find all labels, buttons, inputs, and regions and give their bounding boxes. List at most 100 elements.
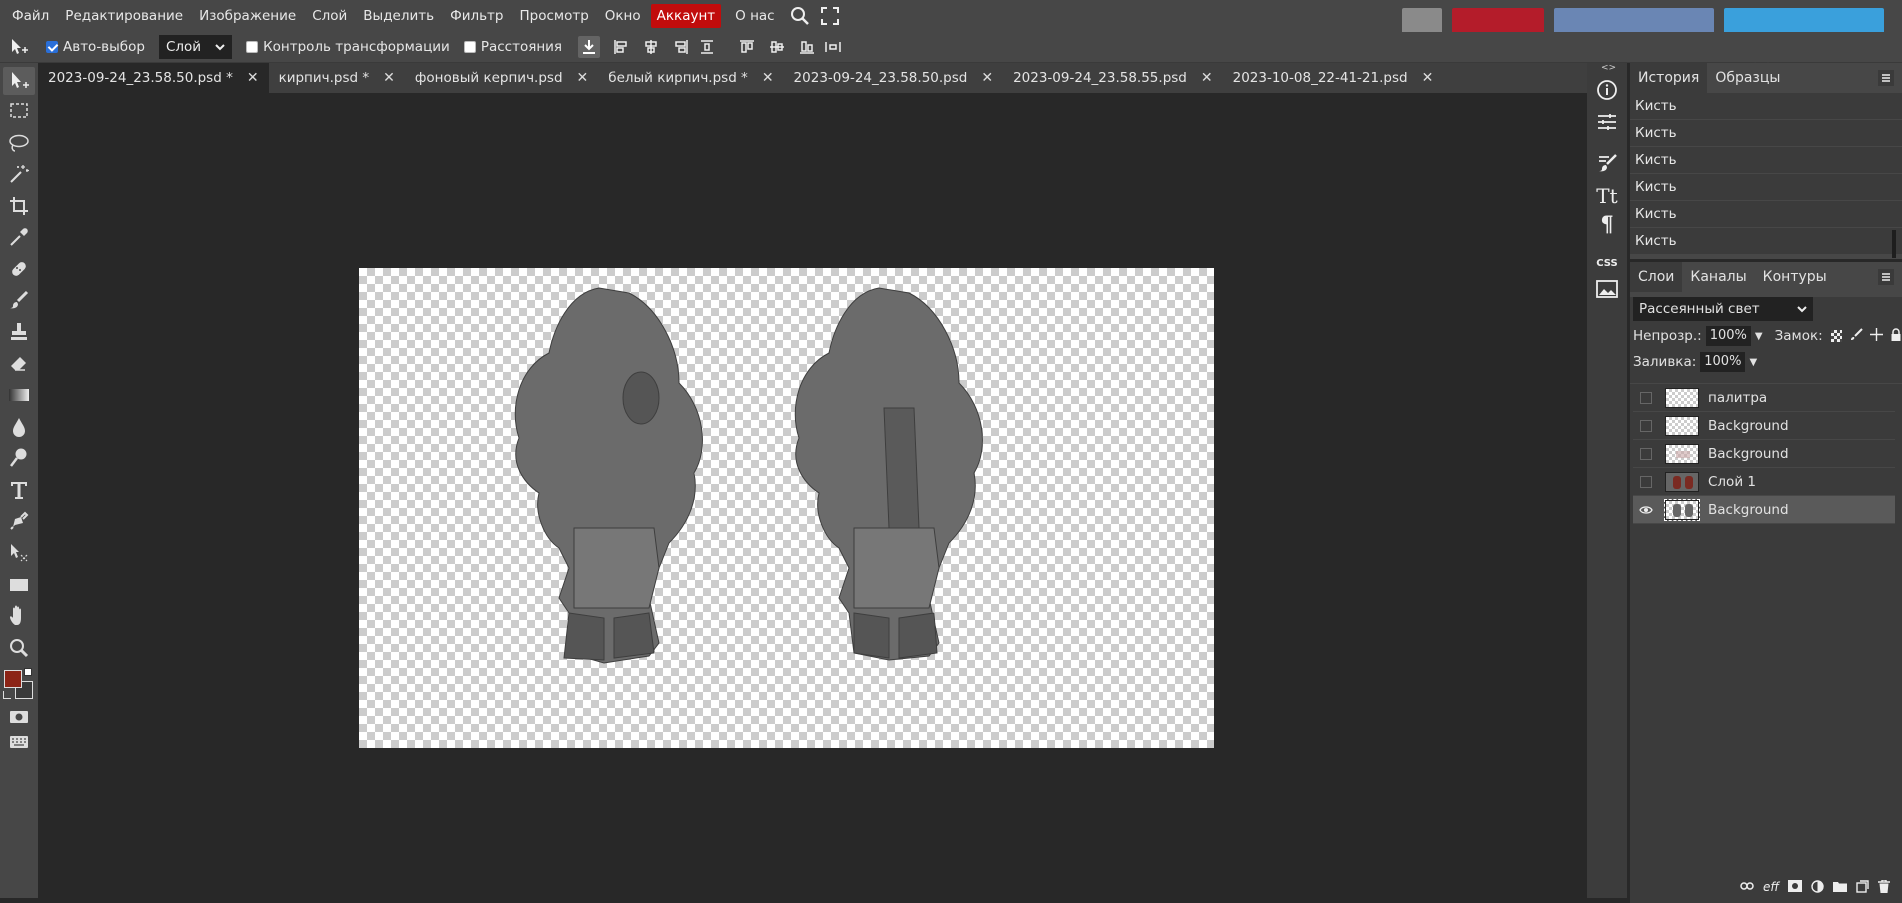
clone-stamp-icon[interactable] <box>3 318 35 346</box>
auto-select-checkbox[interactable]: Авто-выбор <box>46 39 145 55</box>
tab-paths[interactable]: Контуры <box>1755 262 1835 292</box>
align-bottom-icon[interactable] <box>796 36 818 58</box>
adjustments-icon[interactable] <box>1592 107 1622 137</box>
lasso-tool-icon[interactable] <box>3 129 35 157</box>
add-mask-icon[interactable] <box>1788 880 1802 897</box>
keyboard-icon[interactable] <box>3 728 35 756</box>
foreground-color-swatch[interactable] <box>4 670 22 688</box>
search-icon[interactable] <box>787 3 813 29</box>
close-icon[interactable]: ✕ <box>383 70 395 86</box>
healing-brush-icon[interactable] <box>3 255 35 283</box>
delete-layer-icon[interactable] <box>1878 879 1890 897</box>
visibility-toggle[interactable] <box>1633 447 1659 460</box>
tab-history[interactable]: История <box>1630 63 1708 93</box>
close-icon[interactable]: ✕ <box>247 70 259 86</box>
tab-document-7[interactable]: 2023-10-08_22-41-21.psd ✕ <box>1223 63 1444 93</box>
layer-row-selected[interactable]: Background <box>1633 496 1895 524</box>
blend-mode-dropdown[interactable]: Рассеянный свет <box>1633 297 1813 321</box>
quick-mask-icon[interactable] <box>3 703 35 731</box>
history-scrollbar[interactable] <box>1892 230 1896 258</box>
adjustment-layer-icon[interactable] <box>1811 880 1824 897</box>
transform-controls-check[interactable] <box>246 41 259 53</box>
tab-document-6[interactable]: 2023-09-24_23.58.55.psd ✕ <box>1003 63 1223 93</box>
info-icon[interactable] <box>1592 75 1622 105</box>
visibility-toggle[interactable] <box>1633 475 1659 488</box>
tab-document-5[interactable]: 2023-09-24_23.58.50.psd ✕ <box>784 63 1004 93</box>
layer-row[interactable]: палитра <box>1633 384 1895 412</box>
menu-view[interactable]: Просмотр <box>512 4 597 28</box>
reset-colors-icon[interactable] <box>3 691 11 699</box>
move-tool-icon[interactable] <box>3 67 35 95</box>
align-middle-icon[interactable] <box>766 36 788 58</box>
visibility-toggle[interactable] <box>1633 391 1659 404</box>
auto-select-check[interactable] <box>46 41 58 53</box>
history-item[interactable]: Кисть <box>1630 93 1902 120</box>
layer-row[interactable]: Background <box>1633 412 1895 440</box>
opacity-input[interactable]: 100% <box>1705 326 1751 346</box>
close-icon[interactable]: ✕ <box>762 70 774 86</box>
lock-position-icon[interactable] <box>1870 327 1883 345</box>
history-item[interactable]: Кисть <box>1630 147 1902 174</box>
account-button[interactable]: Аккаунт <box>650 4 722 28</box>
crop-tool-icon[interactable] <box>3 192 35 220</box>
eraser-tool-icon[interactable] <box>3 350 35 378</box>
tab-layers[interactable]: Слои <box>1630 262 1683 292</box>
brush-tool-icon[interactable] <box>3 286 35 314</box>
tab-document-2[interactable]: кирпич.psd * ✕ <box>269 63 405 93</box>
history-item[interactable]: Кисть <box>1630 174 1902 201</box>
layer-row[interactable]: Слой 1 <box>1633 468 1895 496</box>
dodge-tool-icon[interactable] <box>3 444 35 472</box>
history-item[interactable]: Кисть <box>1630 201 1902 228</box>
distances-checkbox[interactable]: Расстояния <box>463 39 562 55</box>
pen-tool-icon[interactable] <box>3 507 35 535</box>
magic-wand-icon[interactable] <box>3 160 35 188</box>
workspace[interactable] <box>38 93 1587 898</box>
download-icon[interactable] <box>578 36 601 58</box>
image-icon[interactable] <box>1592 274 1622 304</box>
panel-menu-icon[interactable] <box>1878 269 1894 285</box>
menu-filter[interactable]: Фильтр <box>442 4 511 28</box>
menu-window[interactable]: Окно <box>597 4 649 28</box>
menu-image[interactable]: Изображение <box>191 4 304 28</box>
swap-colors-icon[interactable] <box>24 668 32 676</box>
align-top-icon[interactable] <box>736 36 758 58</box>
distribute-horizontal-icon[interactable] <box>822 36 844 58</box>
blur-tool-icon[interactable] <box>3 413 35 441</box>
tab-document-3[interactable]: фоновый керпич.psd ✕ <box>405 63 598 93</box>
menu-file[interactable]: Файл <box>4 4 57 28</box>
menu-layer[interactable]: Слой <box>304 4 355 28</box>
effects-icon[interactable]: eff <box>1763 880 1779 897</box>
tab-swatches[interactable]: Образцы <box>1707 63 1788 93</box>
color-swatches[interactable] <box>2 668 36 702</box>
menu-edit[interactable]: Редактирование <box>57 4 191 28</box>
transform-controls-checkbox[interactable]: Контроль трансформации <box>246 39 450 55</box>
tab-channels[interactable]: Каналы <box>1682 262 1754 292</box>
distances-check[interactable] <box>463 41 476 53</box>
layer-select-dropdown[interactable]: Слой <box>158 35 233 59</box>
paragraph-icon[interactable]: ¶ <box>1592 208 1622 238</box>
align-right-icon[interactable] <box>670 36 692 58</box>
fullscreen-icon[interactable] <box>817 3 843 29</box>
character-icon[interactable]: Tt <box>1592 181 1622 211</box>
align-left-icon[interactable] <box>610 36 632 58</box>
menu-about[interactable]: О нас <box>727 4 782 28</box>
gradient-tool-icon[interactable] <box>3 381 35 409</box>
layer-row[interactable]: Background <box>1633 440 1895 468</box>
close-icon[interactable]: ✕ <box>577 70 589 86</box>
eyedropper-icon[interactable] <box>3 223 35 251</box>
new-layer-icon[interactable] <box>1856 880 1869 897</box>
collapse-left-icon[interactable]: <> <box>1601 63 1616 73</box>
distribute-vertical-icon[interactable] <box>696 36 718 58</box>
close-icon[interactable]: ✕ <box>981 70 993 86</box>
fill-input[interactable]: 100% <box>1700 352 1746 372</box>
eye-icon[interactable] <box>1633 505 1659 515</box>
tab-document-4[interactable]: белый кирпич.psd * ✕ <box>598 63 783 93</box>
link-layers-icon[interactable] <box>1740 880 1754 897</box>
lock-transparency-icon[interactable] <box>1830 330 1842 342</box>
new-group-icon[interactable] <box>1833 880 1847 897</box>
type-tool-icon[interactable] <box>3 476 35 504</box>
lock-all-icon[interactable] <box>1890 327 1902 345</box>
close-icon[interactable]: ✕ <box>1201 70 1213 86</box>
path-select-icon[interactable] <box>3 539 35 567</box>
shape-tool-icon[interactable] <box>3 571 35 599</box>
